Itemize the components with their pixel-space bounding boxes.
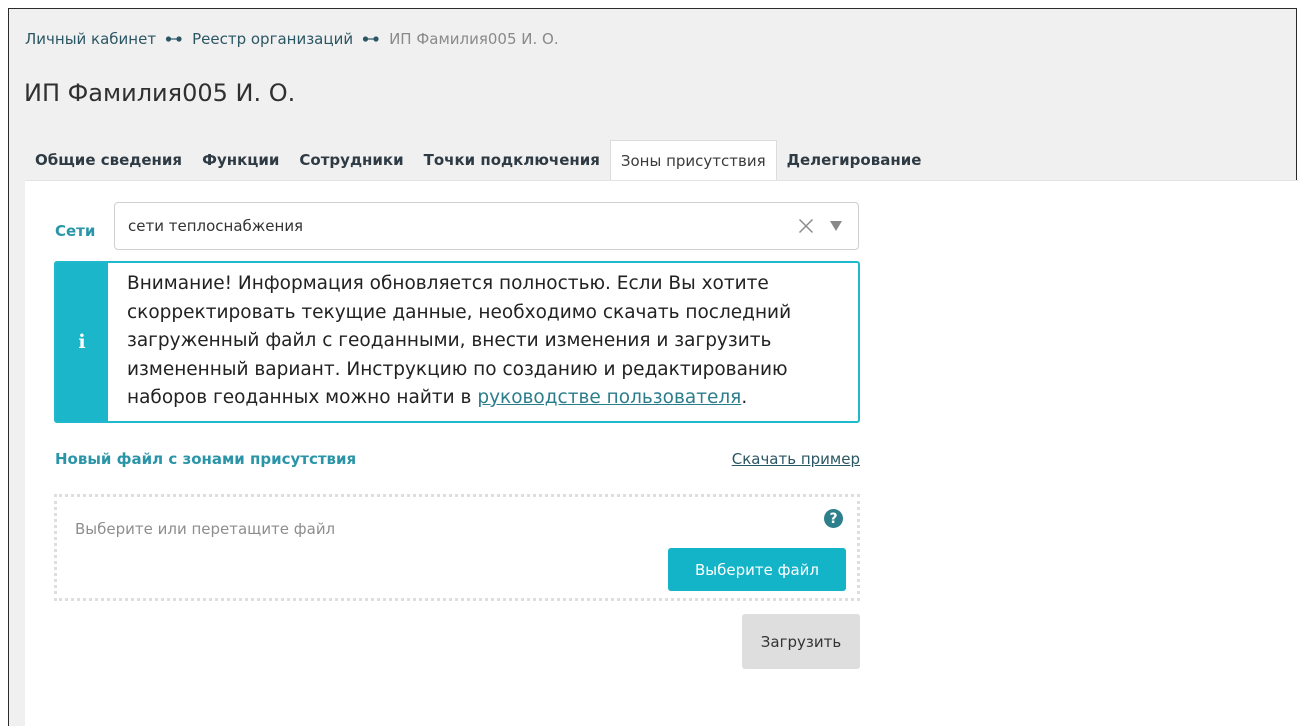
question-circle-icon[interactable]: ?: [824, 509, 843, 528]
triangle-down-icon[interactable]: [826, 214, 846, 238]
choose-file-button[interactable]: Выберите файл: [668, 548, 846, 591]
breadcrumb-item-registry[interactable]: Реестр организаций: [192, 30, 353, 48]
tab-bar: Общие сведения Функции Сотрудники Точки …: [25, 140, 931, 180]
info-text-end: .: [741, 387, 748, 408]
download-example-link[interactable]: Скачать пример: [732, 450, 860, 468]
tab-connection-points[interactable]: Точки подключения: [414, 140, 610, 180]
new-file-section-title: Новый файл с зонами присутствия: [55, 450, 357, 468]
tab-content-panel: Сети сети теплоснабжения i Внимание! Инф…: [25, 180, 1298, 727]
tab-presence-zones[interactable]: Зоны присутствия: [609, 140, 777, 180]
breadcrumb-item-cabinet[interactable]: Личный кабинет: [25, 30, 156, 48]
networks-selected-value: сети теплоснабжения: [128, 217, 304, 235]
info-text: Внимание! Информация обновляется полност…: [108, 263, 858, 421]
breadcrumb: Личный кабинет Реестр организаций ИП Фам…: [25, 30, 559, 48]
dots-arrow-icon: [362, 35, 380, 43]
page-title: ИП Фамилия005 И. О.: [24, 79, 296, 107]
file-dropzone[interactable]: Выберите или перетащите файл ? Выберите …: [54, 494, 860, 601]
networks-select[interactable]: сети теплоснабжения: [114, 202, 859, 250]
info-alert: i Внимание! Информация обновляется полно…: [54, 261, 860, 423]
user-guide-link[interactable]: руководстве пользователя: [477, 387, 741, 408]
dropzone-hint: Выберите или перетащите файл: [75, 520, 336, 538]
tab-employees[interactable]: Сотрудники: [289, 140, 413, 180]
page-frame: Личный кабинет Реестр организаций ИП Фам…: [8, 8, 1298, 727]
info-stripe: i: [56, 263, 108, 421]
networks-label: Сети: [55, 222, 96, 240]
upload-button[interactable]: Загрузить: [742, 614, 860, 669]
close-icon[interactable]: [794, 214, 818, 238]
tab-functions[interactable]: Функции: [192, 140, 289, 180]
info-icon: i: [78, 331, 86, 353]
dots-arrow-icon: [165, 35, 183, 43]
breadcrumb-current: ИП Фамилия005 И. О.: [389, 30, 559, 48]
tab-general[interactable]: Общие сведения: [25, 140, 192, 180]
tab-delegation[interactable]: Делегирование: [777, 140, 932, 180]
